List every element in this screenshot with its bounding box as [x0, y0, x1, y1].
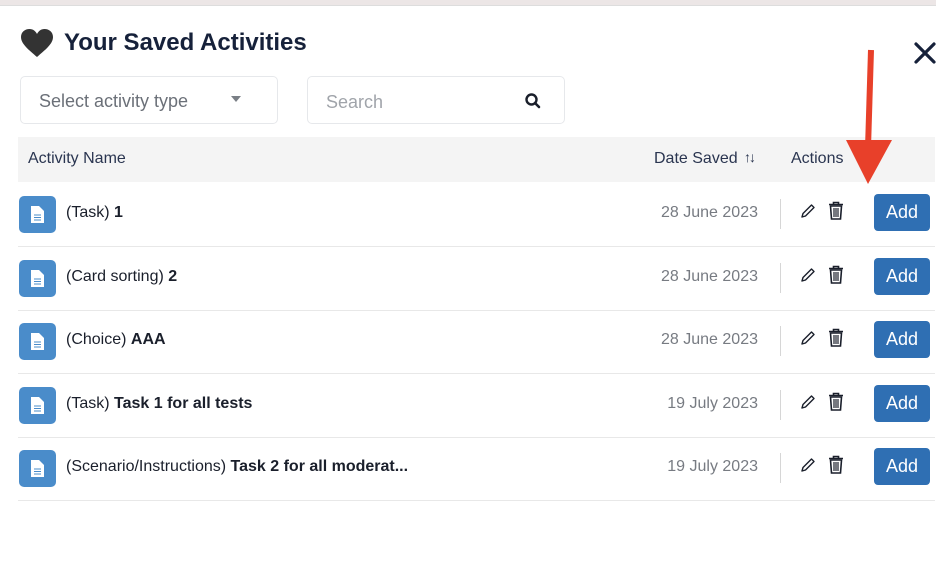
top-bar [0, 0, 936, 6]
activity-name: (Scenario/Instructions) Task 2 for all m… [66, 458, 408, 476]
trash-icon[interactable] [828, 328, 844, 347]
edit-icon[interactable] [800, 330, 816, 346]
sort-icon[interactable]: ↑↓ [744, 149, 756, 165]
close-icon[interactable] [912, 40, 936, 66]
table-row: (Task) Task 1 for all tests 19 July 2023… [18, 374, 935, 438]
activity-type: (Choice) [66, 331, 127, 348]
table-row: (Task) 1 28 June 2023 Add [18, 183, 935, 247]
date-saved: 28 June 2023 [661, 331, 758, 348]
search-box [307, 76, 565, 124]
edit-icon[interactable] [800, 203, 816, 219]
document-icon [19, 450, 56, 487]
search-icon[interactable] [524, 92, 542, 110]
activity-title: Task 2 for all moderat... [230, 458, 409, 475]
heart-icon [21, 29, 53, 57]
column-actions: Actions [791, 150, 844, 167]
search-input[interactable] [324, 89, 508, 115]
table-row: (Choice) AAA 28 June 2023 Add [18, 310, 935, 374]
activity-type: (Task) [66, 394, 110, 412]
activity-type: (Scenario/Instructions) [66, 458, 227, 475]
add-button[interactable]: Add [874, 194, 930, 231]
trash-icon[interactable] [828, 392, 844, 411]
activity-type: (Card sorting) [66, 267, 164, 285]
edit-icon[interactable] [800, 394, 816, 410]
document-icon [19, 386, 56, 424]
divider [780, 453, 781, 483]
divider [780, 199, 781, 229]
divider [780, 262, 781, 293]
add-button[interactable]: Add [874, 384, 930, 422]
document-icon [19, 323, 56, 360]
activity-type: (Task) [66, 204, 110, 221]
chevron-down-icon [231, 96, 241, 102]
activity-title: 2 [168, 267, 178, 285]
trash-icon[interactable] [828, 265, 844, 284]
table-row: (Card sorting) 2 28 June 2023 Add [18, 247, 935, 311]
activity-name: (Task) Task 1 for all tests [66, 395, 252, 413]
page-title: Your Saved Activities [64, 29, 307, 56]
trash-icon[interactable] [828, 455, 844, 474]
activity-title: 1 [114, 204, 123, 221]
add-button[interactable]: Add [874, 257, 930, 295]
activity-name: (Card sorting) 2 [66, 268, 177, 286]
activity-title: AAA [130, 331, 166, 348]
column-activity-name: Activity Name [28, 150, 126, 167]
edit-icon[interactable] [800, 457, 816, 473]
divider [780, 389, 781, 420]
add-button[interactable]: Add [874, 448, 930, 485]
edit-icon[interactable] [800, 267, 816, 283]
activity-name: (Choice) AAA [66, 331, 166, 349]
document-icon [19, 259, 56, 297]
add-button[interactable]: Add [874, 321, 930, 358]
activity-type-placeholder: Select activity type [39, 91, 189, 111]
date-saved: 28 June 2023 [661, 267, 758, 285]
divider [780, 326, 781, 356]
date-saved: 19 July 2023 [667, 394, 758, 412]
column-date-saved[interactable]: Date Saved [654, 150, 738, 168]
date-saved: 28 June 2023 [661, 204, 758, 221]
document-icon [19, 196, 56, 233]
table-row: (Scenario/Instructions) Task 2 for all m… [18, 437, 935, 501]
header: Your Saved Activities [20, 28, 307, 58]
activity-name: (Task) 1 [66, 204, 123, 222]
table-header: Activity Name Date Saved ↑↓ Actions [18, 137, 935, 182]
date-saved: 19 July 2023 [667, 458, 758, 475]
trash-icon[interactable] [828, 201, 844, 220]
annotation-arrow-icon [846, 49, 892, 184]
activity-title: Task 1 for all tests [114, 394, 253, 412]
